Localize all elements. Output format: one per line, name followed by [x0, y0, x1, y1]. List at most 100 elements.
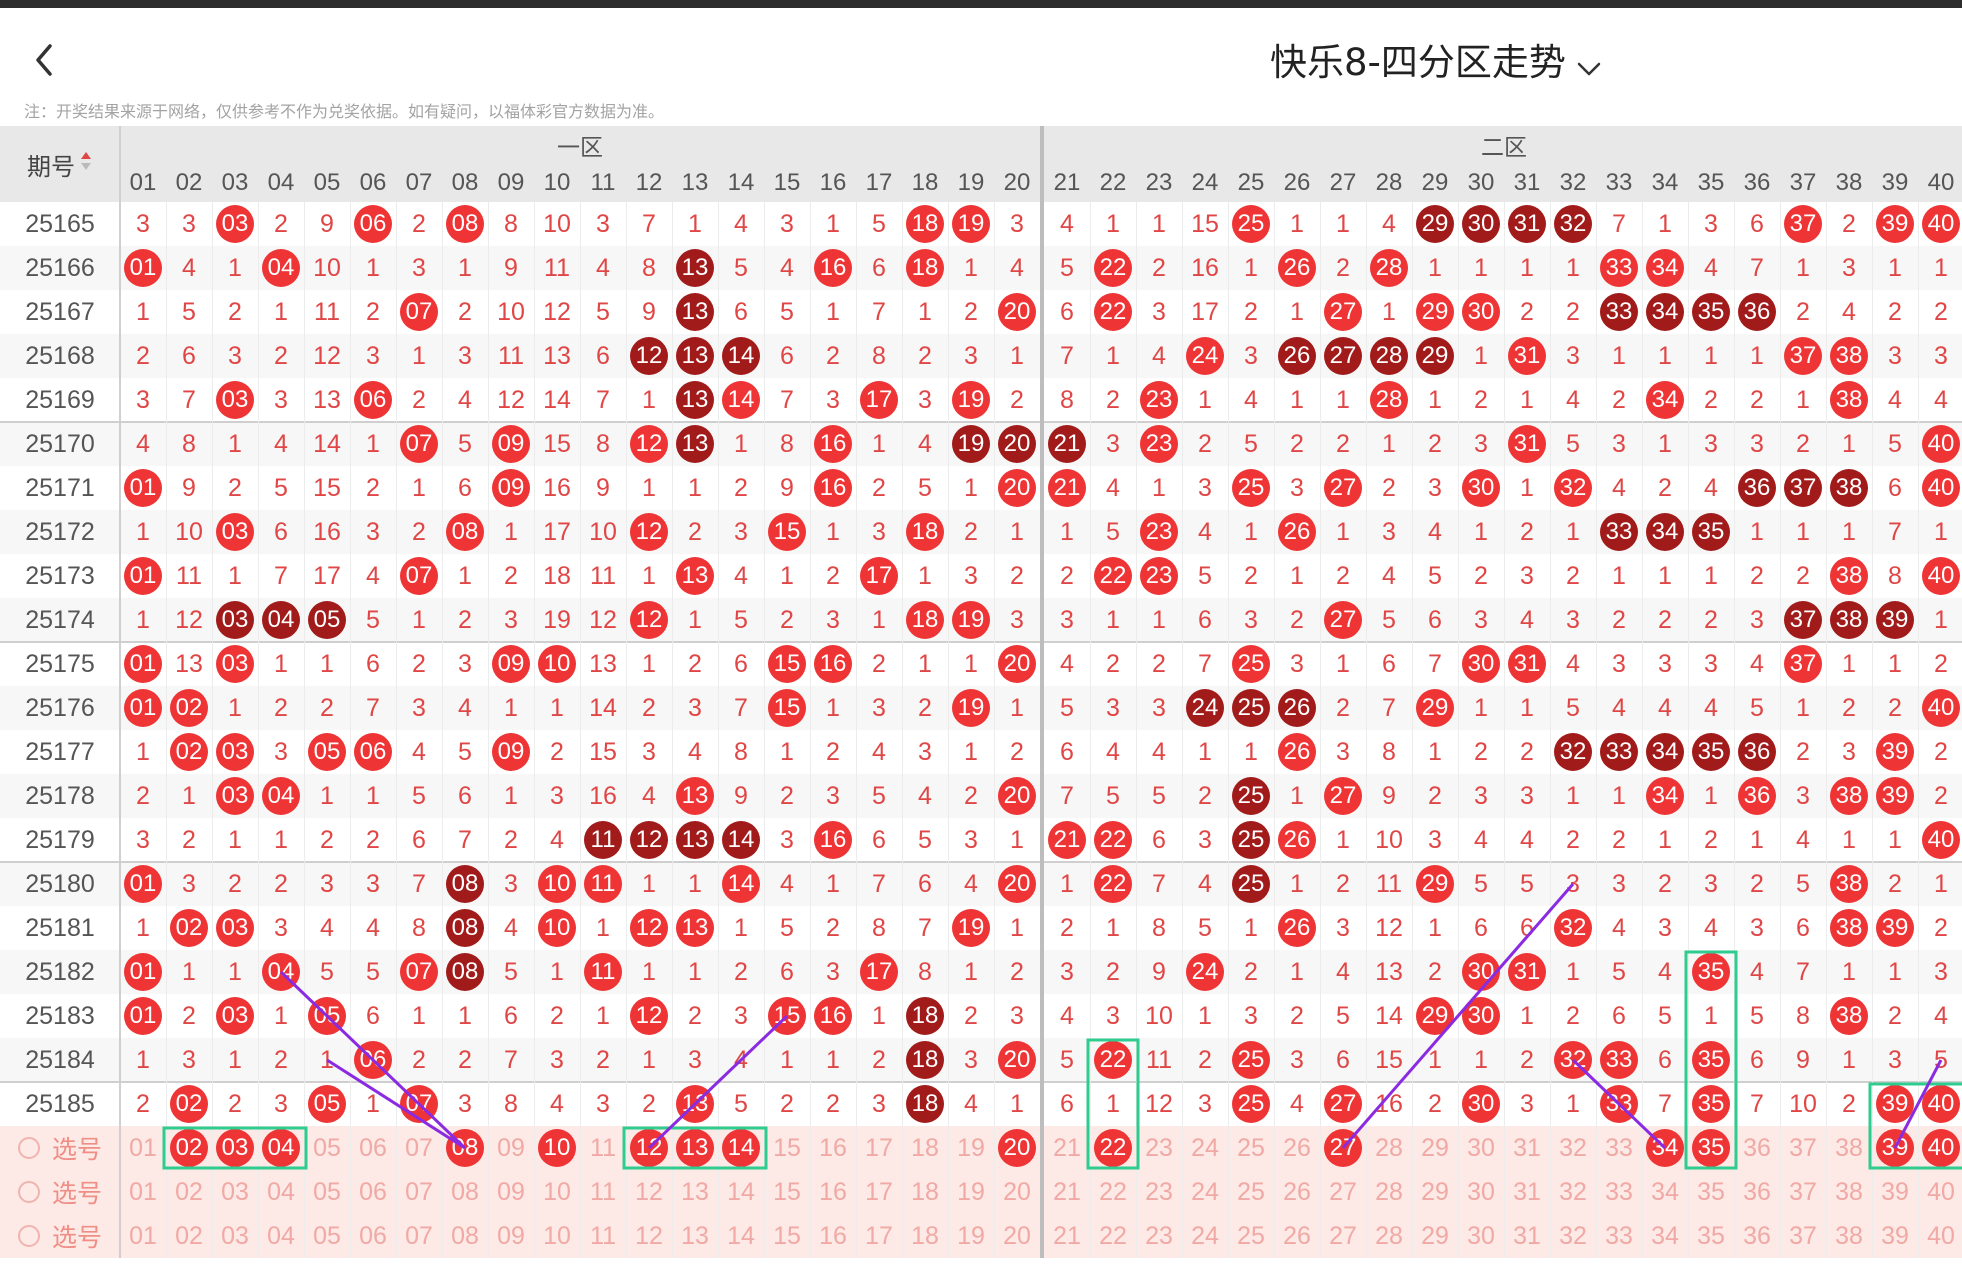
pick-number[interactable]: 24	[1182, 1126, 1228, 1170]
pick-number[interactable]: 27	[1320, 1170, 1366, 1214]
pick-number[interactable]: 31	[1504, 1126, 1550, 1170]
pick-number[interactable]: 32	[1550, 1170, 1596, 1214]
pick-number[interactable]: 15	[764, 1214, 810, 1258]
radio-icon[interactable]	[17, 1181, 40, 1203]
pick-number[interactable]: 33	[1596, 1126, 1642, 1170]
pick-number[interactable]: 01	[120, 1170, 166, 1214]
pick-number[interactable]: 11	[580, 1126, 626, 1170]
selected-pick-ball[interactable]: 27	[1324, 1129, 1362, 1167]
pick-number[interactable]: 11	[580, 1214, 626, 1258]
pick-number[interactable]: 39	[1872, 1126, 1918, 1170]
pick-number[interactable]: 21	[1044, 1126, 1090, 1170]
pick-number[interactable]: 35	[1688, 1126, 1734, 1170]
selected-pick-ball[interactable]: 22	[1094, 1129, 1132, 1167]
pick-number[interactable]: 29	[1412, 1214, 1458, 1258]
pick-number[interactable]: 30	[1458, 1214, 1504, 1258]
pick-number[interactable]: 02	[166, 1126, 212, 1170]
pick-row-label[interactable]: 选号	[0, 1126, 120, 1170]
pick-number[interactable]: 05	[304, 1126, 350, 1170]
selected-pick-ball[interactable]: 04	[262, 1129, 300, 1167]
pick-number[interactable]: 02	[166, 1170, 212, 1214]
pick-number[interactable]: 27	[1320, 1126, 1366, 1170]
pick-number[interactable]: 37	[1780, 1170, 1826, 1214]
period-header[interactable]: 期号	[0, 126, 120, 202]
pick-number[interactable]: 40	[1918, 1170, 1962, 1214]
pick-number[interactable]: 06	[350, 1214, 396, 1258]
pick-number[interactable]: 13	[672, 1214, 718, 1258]
pick-number[interactable]: 17	[856, 1214, 902, 1258]
pick-number[interactable]: 20	[994, 1214, 1040, 1258]
radio-icon[interactable]	[17, 1225, 40, 1247]
pick-number[interactable]: 18	[902, 1214, 948, 1258]
pick-number[interactable]: 29	[1412, 1170, 1458, 1214]
pick-number[interactable]: 39	[1872, 1170, 1918, 1214]
pick-number[interactable]: 03	[212, 1214, 258, 1258]
pick-number[interactable]: 05	[304, 1214, 350, 1258]
pick-number[interactable]: 12	[626, 1214, 672, 1258]
pick-row-label[interactable]: 选号	[0, 1214, 120, 1258]
pick-number[interactable]: 07	[396, 1126, 442, 1170]
radio-icon[interactable]	[17, 1137, 40, 1159]
pick-number[interactable]: 36	[1734, 1214, 1780, 1258]
pick-number[interactable]: 40	[1918, 1214, 1962, 1258]
pick-number[interactable]: 22	[1090, 1126, 1136, 1170]
pick-number[interactable]: 04	[258, 1170, 304, 1214]
pick-number[interactable]: 28	[1366, 1214, 1412, 1258]
pick-number[interactable]: 03	[212, 1126, 258, 1170]
selected-pick-ball[interactable]: 34	[1646, 1129, 1684, 1167]
pick-number[interactable]: 37	[1780, 1126, 1826, 1170]
pick-number[interactable]: 22	[1090, 1214, 1136, 1258]
pick-number[interactable]: 28	[1366, 1170, 1412, 1214]
pick-number[interactable]: 16	[810, 1170, 856, 1214]
pick-number[interactable]: 20	[994, 1126, 1040, 1170]
selected-pick-ball[interactable]: 35	[1692, 1129, 1730, 1167]
pick-number[interactable]: 36	[1734, 1126, 1780, 1170]
selected-pick-ball[interactable]: 40	[1922, 1129, 1960, 1167]
pick-number[interactable]: 22	[1090, 1170, 1136, 1214]
pick-number[interactable]: 34	[1642, 1170, 1688, 1214]
pick-number[interactable]: 26	[1274, 1170, 1320, 1214]
pick-number[interactable]: 21	[1044, 1214, 1090, 1258]
pick-number[interactable]: 12	[626, 1170, 672, 1214]
pick-number[interactable]: 10	[534, 1214, 580, 1258]
pick-number[interactable]: 07	[396, 1170, 442, 1214]
pick-number[interactable]: 28	[1366, 1126, 1412, 1170]
pick-number[interactable]: 35	[1688, 1214, 1734, 1258]
pick-number[interactable]: 21	[1044, 1170, 1090, 1214]
pick-number[interactable]: 08	[442, 1126, 488, 1170]
pick-number[interactable]: 10	[534, 1126, 580, 1170]
pick-number[interactable]: 38	[1826, 1170, 1872, 1214]
pick-number[interactable]: 25	[1228, 1214, 1274, 1258]
pick-number[interactable]: 14	[718, 1214, 764, 1258]
pick-number[interactable]: 19	[948, 1126, 994, 1170]
pick-number[interactable]: 36	[1734, 1170, 1780, 1214]
pick-number[interactable]: 19	[948, 1214, 994, 1258]
pick-number[interactable]: 01	[120, 1126, 166, 1170]
sort-updown-icon[interactable]	[79, 150, 93, 179]
pick-number[interactable]: 27	[1320, 1214, 1366, 1258]
selected-pick-ball[interactable]: 14	[722, 1129, 760, 1167]
pick-number[interactable]: 23	[1136, 1170, 1182, 1214]
pick-number[interactable]: 17	[856, 1126, 902, 1170]
pick-number[interactable]: 16	[810, 1214, 856, 1258]
pick-number[interactable]: 18	[902, 1126, 948, 1170]
pick-number[interactable]: 31	[1504, 1214, 1550, 1258]
pick-number[interactable]: 37	[1780, 1214, 1826, 1258]
selected-pick-ball[interactable]: 02	[170, 1129, 208, 1167]
pick-number[interactable]: 32	[1550, 1214, 1596, 1258]
selected-pick-ball[interactable]: 12	[630, 1129, 668, 1167]
selected-pick-ball[interactable]: 13	[676, 1129, 714, 1167]
pick-number[interactable]: 07	[396, 1214, 442, 1258]
pick-number[interactable]: 38	[1826, 1126, 1872, 1170]
selected-pick-ball[interactable]: 10	[538, 1129, 576, 1167]
pick-number[interactable]: 35	[1688, 1170, 1734, 1214]
pick-number[interactable]: 25	[1228, 1126, 1274, 1170]
pick-number[interactable]: 38	[1826, 1214, 1872, 1258]
pick-number[interactable]: 14	[718, 1126, 764, 1170]
pick-number[interactable]: 33	[1596, 1170, 1642, 1214]
pick-number[interactable]: 20	[994, 1170, 1040, 1214]
pick-number[interactable]: 39	[1872, 1214, 1918, 1258]
pick-number[interactable]: 19	[948, 1170, 994, 1214]
pick-number[interactable]: 25	[1228, 1170, 1274, 1214]
pick-number[interactable]: 18	[902, 1170, 948, 1214]
